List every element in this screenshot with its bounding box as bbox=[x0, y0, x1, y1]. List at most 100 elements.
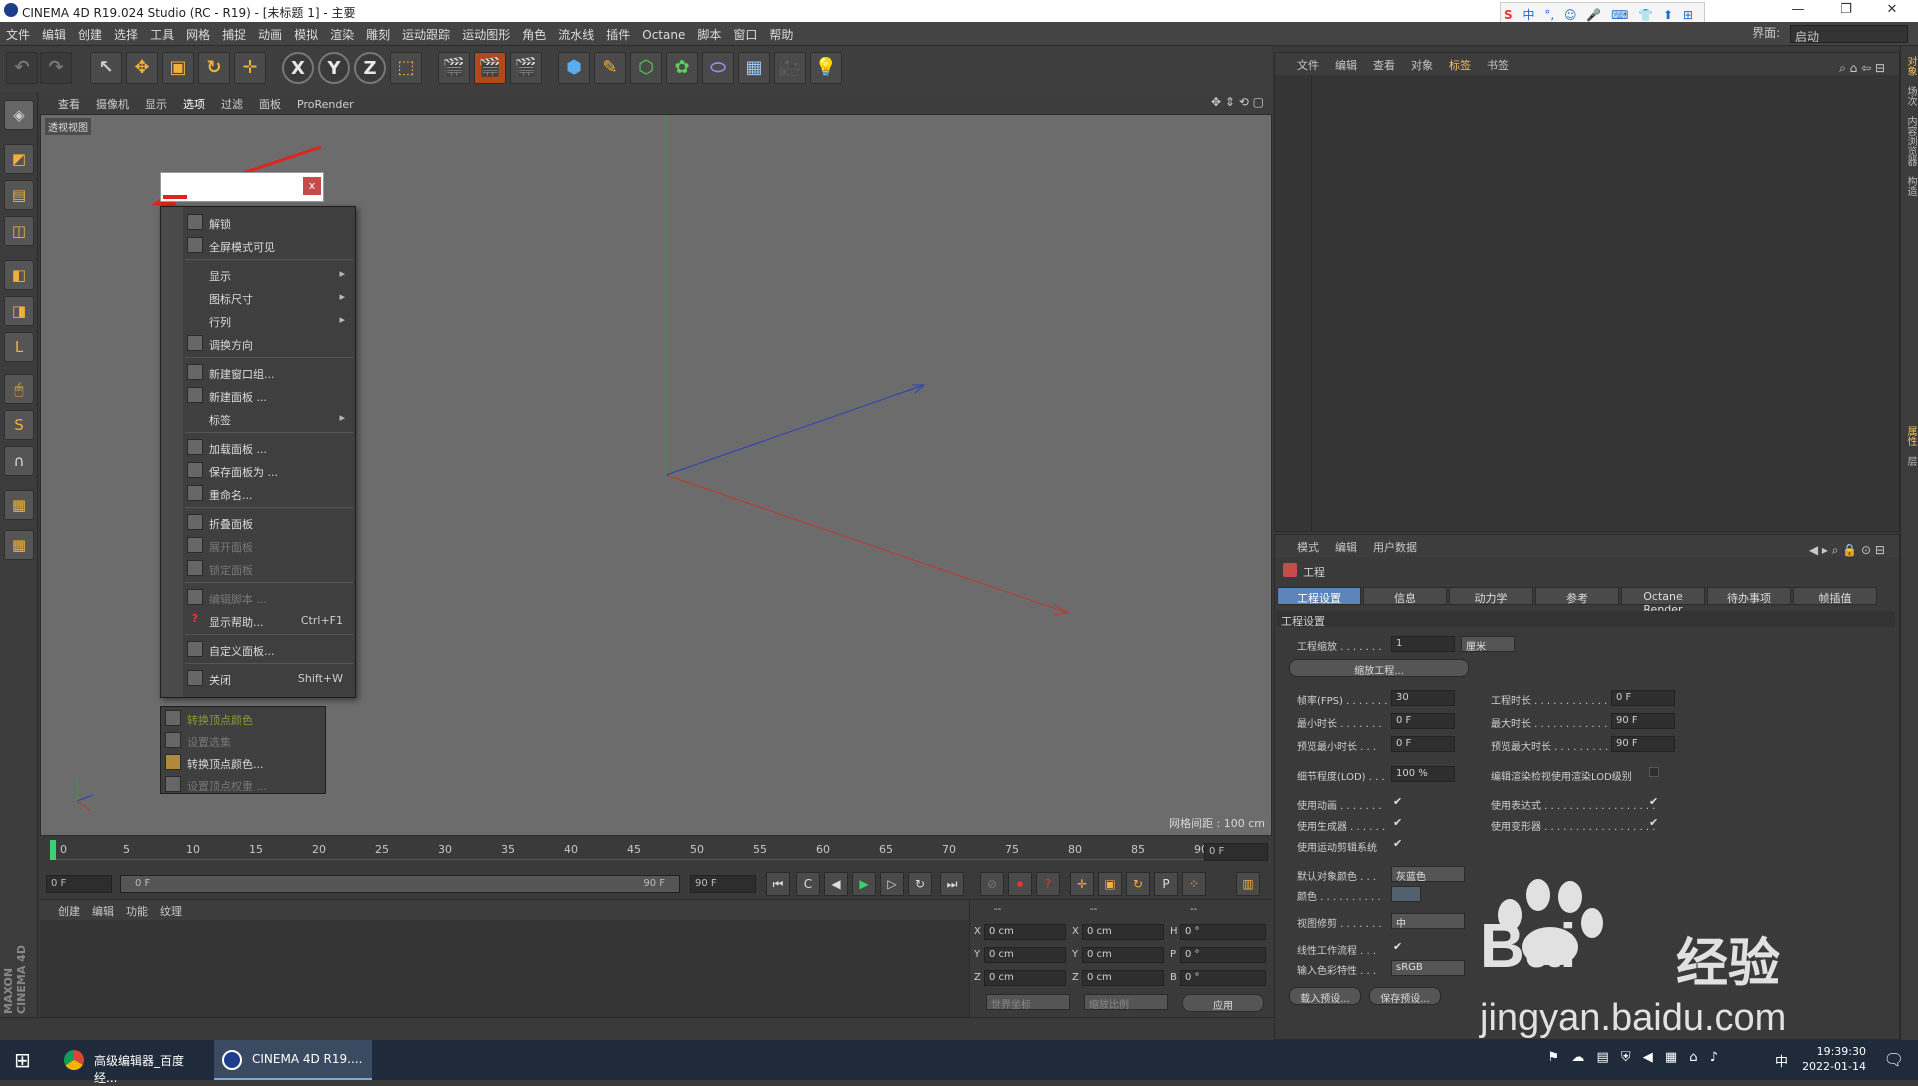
ctx-load-panel[interactable]: 加载面板 ... bbox=[185, 436, 353, 458]
ime-skin-icon[interactable]: 👕 bbox=[1638, 8, 1653, 22]
key-position-icon[interactable]: ✛ bbox=[1070, 872, 1094, 896]
attr-menu-userdata[interactable]: 用户数据 bbox=[1365, 535, 1425, 555]
next-key-icon[interactable]: ↻ bbox=[908, 872, 932, 896]
workplane-lock-icon[interactable]: ▦ bbox=[4, 530, 34, 560]
vp-menu-view[interactable]: 查看 bbox=[40, 92, 88, 112]
ime-lang[interactable]: 中 bbox=[1522, 6, 1534, 23]
menu-script[interactable]: 脚本 bbox=[691, 22, 727, 43]
ctx-new-window-group[interactable]: 新建窗口组... bbox=[185, 361, 353, 383]
use-animation-checkbox[interactable]: ✔ bbox=[1393, 795, 1402, 808]
minimize-button[interactable]: — bbox=[1778, 2, 1818, 20]
menu-octane[interactable]: Octane bbox=[636, 24, 691, 42]
close-icon[interactable]: x bbox=[303, 177, 321, 195]
ctx-tabs[interactable]: 标签 ▸ bbox=[185, 407, 353, 429]
vp-menu-prorender[interactable]: ProRender bbox=[289, 94, 362, 111]
floor-icon[interactable]: ▦ bbox=[738, 52, 770, 84]
scale-ratio-dropdown[interactable]: 缩放比例 bbox=[1084, 994, 1168, 1011]
obj-menu-objects[interactable]: 对象 bbox=[1403, 53, 1441, 73]
tray-ime[interactable]: 中 bbox=[1775, 1051, 1788, 1070]
preview-min-field[interactable]: 0 F bbox=[1391, 736, 1455, 752]
render-picture-viewer-icon[interactable]: 🎬 bbox=[474, 52, 506, 84]
restore-button[interactable]: ❐ bbox=[1826, 2, 1866, 20]
vp-menu-cameras[interactable]: 摄像机 bbox=[88, 92, 137, 112]
tab-info[interactable]: 信息 bbox=[1363, 587, 1447, 605]
cloner-icon[interactable]: ✿ bbox=[666, 52, 698, 84]
menu-animate[interactable]: 动画 bbox=[252, 22, 288, 43]
rtab-objects[interactable]: 对象 bbox=[1903, 56, 1918, 76]
key-param-icon[interactable]: P bbox=[1154, 872, 1178, 896]
vp-menu-display[interactable]: 显示 bbox=[137, 92, 175, 112]
menu-sculpt[interactable]: 雕刻 bbox=[360, 22, 396, 43]
set-selection[interactable]: 设置选集 bbox=[161, 729, 325, 751]
record-icon[interactable]: ⏺ bbox=[1008, 872, 1032, 896]
notification-icon[interactable]: 🗨 bbox=[1884, 1050, 1904, 1069]
use-generators-checkbox[interactable]: ✔ bbox=[1393, 816, 1402, 829]
ime-logo-icon[interactable]: S bbox=[1504, 8, 1513, 22]
redo-icon[interactable]: ↷ bbox=[40, 52, 72, 84]
workplane-mode-icon[interactable]: ◫ bbox=[4, 216, 34, 246]
menu-create[interactable]: 创建 bbox=[72, 22, 108, 43]
autokey-icon[interactable]: ? bbox=[1036, 872, 1060, 896]
menu-snap[interactable]: 捕捉 bbox=[216, 22, 252, 43]
tab-octane-render[interactable]: Octane Render bbox=[1621, 587, 1705, 616]
coordinate-system-icon[interactable]: ⬚ bbox=[390, 52, 422, 84]
load-preset-button[interactable]: 载入预设... bbox=[1289, 987, 1361, 1005]
ctx-rows-columns[interactable]: 行列 ▸ bbox=[185, 309, 353, 331]
edges-mode-icon[interactable]: ◨ bbox=[4, 296, 34, 326]
menu-window[interactable]: 窗口 bbox=[727, 22, 763, 43]
save-preset-button[interactable]: 保存预设... bbox=[1369, 987, 1441, 1005]
ime-keyboard-icon[interactable]: ⌨ bbox=[1611, 8, 1628, 22]
undo-icon[interactable]: ↶ bbox=[6, 52, 38, 84]
prev-key-icon[interactable]: C bbox=[796, 872, 820, 896]
z-axis-lock-icon[interactable]: Z bbox=[354, 52, 386, 84]
obj-menu-bookmarks[interactable]: 书签 bbox=[1479, 53, 1517, 73]
y-axis-lock-icon[interactable]: Y bbox=[318, 52, 350, 84]
mat-menu-function[interactable]: 功能 bbox=[120, 900, 154, 919]
pos-x-field[interactable]: 0 cm bbox=[984, 924, 1066, 940]
mat-menu-edit[interactable]: 编辑 bbox=[86, 900, 120, 919]
end-frame-field[interactable]: 90 F bbox=[690, 875, 756, 893]
ctx-unlock[interactable]: 解锁 bbox=[185, 211, 353, 233]
vp-menu-filter[interactable]: 过滤 bbox=[213, 92, 251, 112]
pen-spline-icon[interactable]: ✎ bbox=[594, 52, 626, 84]
ctx-new-panel[interactable]: 新建面板 ... bbox=[185, 384, 353, 406]
convert-vertex-color-disabled[interactable]: 转换顶点颜色 bbox=[161, 707, 325, 729]
pos-z-field[interactable]: 0 cm bbox=[984, 970, 1066, 986]
default-color-dropdown[interactable]: 灰蓝色 bbox=[1391, 866, 1465, 883]
menu-simulate[interactable]: 模拟 bbox=[288, 22, 324, 43]
ctx-rename[interactable]: 重命名... bbox=[185, 482, 353, 504]
cube-object-icon[interactable]: ⬢ bbox=[558, 52, 590, 84]
input-color-profile-dropdown[interactable]: sRGB bbox=[1391, 960, 1465, 976]
layout-dropdown[interactable]: 启动 bbox=[1790, 24, 1908, 44]
menu-render[interactable]: 渲染 bbox=[324, 22, 360, 43]
tab-dynamics[interactable]: 动力学 bbox=[1449, 587, 1533, 605]
set-vertex-weight[interactable]: 设置顶点权重 ... bbox=[161, 773, 325, 795]
ime-up-icon[interactable]: ⬆ bbox=[1663, 8, 1673, 22]
obj-menu-file[interactable]: 文件 bbox=[1275, 53, 1327, 73]
menu-mesh[interactable]: 网格 bbox=[180, 22, 216, 43]
rtab-takes[interactable]: 场次 bbox=[1903, 86, 1918, 106]
viewport-nav-icons[interactable]: ✥ ⇕ ⟲ ▢ bbox=[1211, 95, 1264, 109]
attr-menu-edit[interactable]: 编辑 bbox=[1327, 535, 1365, 555]
render-settings-icon[interactable]: 🎬 bbox=[510, 52, 542, 84]
goto-end-icon[interactable]: ⏭ bbox=[940, 872, 964, 896]
menu-tools[interactable]: 工具 bbox=[144, 22, 180, 43]
polygons-mode-icon[interactable]: L bbox=[4, 332, 34, 362]
timeline-track[interactable]: 0 5 10 15 20 25 30 35 40 45 50 55 60 65 … bbox=[50, 840, 1230, 860]
view-clipping-dropdown[interactable]: 中 bbox=[1391, 913, 1465, 930]
move-tool-icon[interactable]: ✥ bbox=[126, 52, 158, 84]
ctx-customize-palette[interactable]: 自定义面板... bbox=[185, 638, 353, 660]
tab-todo[interactable]: 待办事项 bbox=[1707, 587, 1791, 605]
camera-icon[interactable]: 🎥 bbox=[774, 52, 806, 84]
mat-menu-texture[interactable]: 纹理 bbox=[154, 900, 188, 919]
ctx-edit-script[interactable]: 编辑脚本 ... bbox=[185, 586, 353, 608]
attr-menu-mode[interactable]: 模式 bbox=[1275, 535, 1327, 555]
light-icon[interactable]: 💡 bbox=[810, 52, 842, 84]
axis-mode-icon[interactable]: 🖱 bbox=[4, 374, 34, 404]
snap-icon[interactable]: ▦ bbox=[4, 490, 34, 520]
min-time-field[interactable]: 0 F bbox=[1391, 713, 1455, 729]
subdivision-surface-icon[interactable]: ⬡ bbox=[630, 52, 662, 84]
tab-project-settings[interactable]: 工程设置 bbox=[1277, 587, 1361, 605]
ctx-swap-direction[interactable]: 调换方向 bbox=[185, 332, 353, 354]
rot-h-field[interactable]: 0 ° bbox=[1180, 924, 1266, 940]
